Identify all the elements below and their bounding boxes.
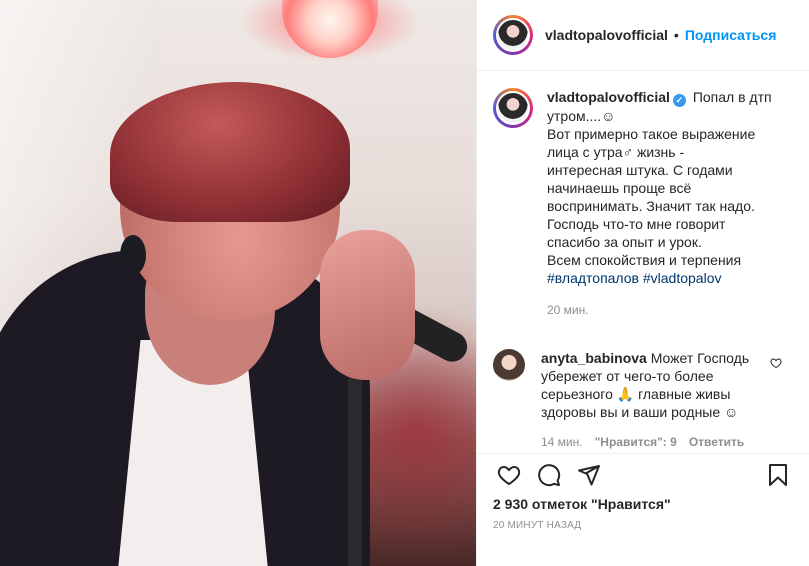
caption-line: Попал в дтп bbox=[692, 89, 772, 105]
like-button[interactable] bbox=[489, 455, 529, 495]
caption-line: Всем спокойствия и терпения bbox=[547, 251, 742, 268]
post-header: vladtopalovofficial • Подписаться bbox=[477, 0, 809, 71]
caption-line: спасибо за опыт и урок. bbox=[547, 233, 702, 250]
caption-line: интересная штука. С годами bbox=[547, 161, 733, 178]
comment-body: anyta_babinova Может Господь убережет от… bbox=[541, 349, 763, 451]
post-caption: vladtopalovofficial ✓ Попал в дтп утром..… bbox=[493, 88, 794, 319]
verified-badge-icon: ✓ bbox=[672, 93, 686, 107]
commenter-avatar[interactable] bbox=[493, 348, 525, 381]
comment-button[interactable] bbox=[529, 455, 569, 495]
caption-line: Господь что-то мне говорит bbox=[547, 215, 726, 232]
likes-count[interactable]: 2 930 отметок "Нравится" bbox=[493, 496, 671, 512]
share-icon bbox=[578, 464, 600, 485]
heart-icon bbox=[497, 465, 521, 485]
comment-heart-icon[interactable] bbox=[770, 357, 782, 369]
photo-hair bbox=[110, 82, 350, 222]
header-username[interactable]: vladtopalovofficial bbox=[545, 27, 668, 43]
story-ring[interactable] bbox=[493, 15, 533, 55]
caption-line: лица с утра♂ жизнь - bbox=[547, 143, 685, 160]
comments-area[interactable]: vladtopalovofficial ✓ Попал в дтп утром..… bbox=[477, 72, 809, 453]
action-bar bbox=[477, 453, 809, 495]
save-button[interactable] bbox=[758, 455, 798, 495]
bookmark-icon bbox=[769, 463, 787, 486]
photo-in-ear-monitor bbox=[120, 235, 146, 275]
comment-likes[interactable]: "Нравится": 9 bbox=[595, 433, 677, 451]
avatar[interactable] bbox=[496, 18, 530, 52]
post-side-panel: vladtopalovofficial • Подписаться vladto… bbox=[476, 0, 809, 566]
caption-line: утром....☺ bbox=[547, 107, 616, 124]
comment-username[interactable]: anyta_babinova bbox=[541, 350, 647, 366]
caption-hashtags[interactable]: #владтопалов #vladtopalov bbox=[547, 269, 779, 287]
comment-meta: 14 мин. "Нравится": 9 Ответить bbox=[541, 433, 763, 451]
comment-icon bbox=[538, 463, 561, 486]
reply-button[interactable]: Ответить bbox=[689, 433, 744, 451]
share-button[interactable] bbox=[569, 455, 609, 495]
caption-time[interactable]: 20 мин. bbox=[547, 301, 779, 319]
caption-line: начинаешь проще всё bbox=[547, 179, 692, 196]
caption-line: Вот примерно такое выражение bbox=[547, 125, 756, 142]
photo-stage-light bbox=[282, 0, 378, 58]
comment-item: anyta_babinova Может Господь убережет от… bbox=[493, 348, 794, 451]
caption-avatar[interactable] bbox=[496, 91, 530, 125]
post-photo[interactable] bbox=[0, 0, 476, 566]
posted-time[interactable]: 20 МИНУТ НАЗАД bbox=[493, 520, 581, 531]
caption-username[interactable]: vladtopalovofficial bbox=[547, 89, 670, 105]
caption-story-ring[interactable] bbox=[493, 88, 533, 128]
comment-time[interactable]: 14 мин. bbox=[541, 433, 583, 451]
photo-hand bbox=[320, 230, 415, 380]
caption-text: vladtopalovofficial ✓ Попал в дтп утром..… bbox=[547, 88, 779, 319]
follow-button[interactable]: Подписаться bbox=[685, 27, 777, 43]
caption-line: воспринимать. Значит так надо. bbox=[547, 197, 755, 214]
separator-dot: • bbox=[673, 27, 679, 43]
